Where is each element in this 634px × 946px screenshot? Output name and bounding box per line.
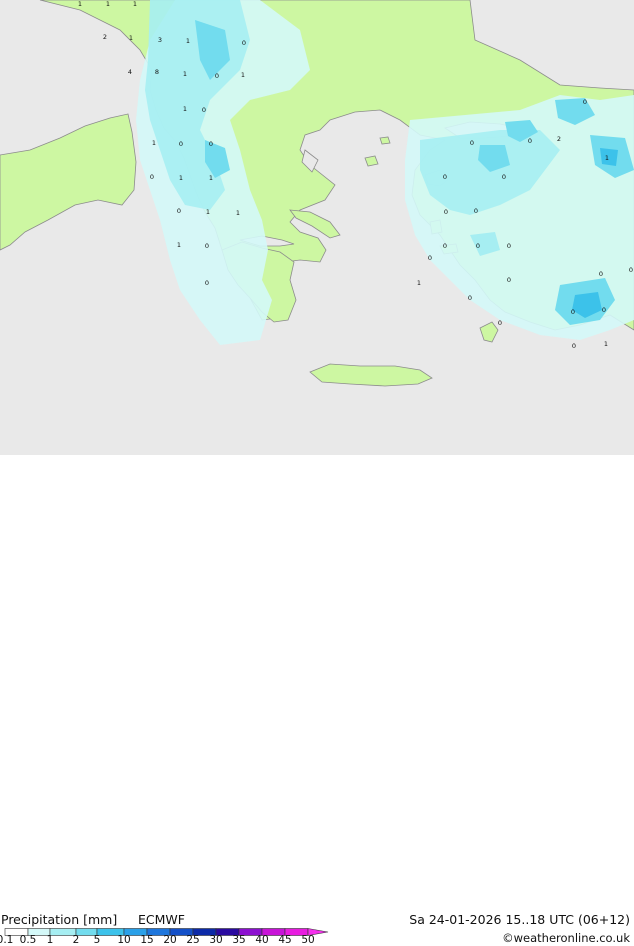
scale-tick-label: 5 bbox=[93, 934, 101, 946]
precip-value-label: 1 bbox=[177, 241, 181, 249]
precip-value-label: 0 bbox=[205, 279, 209, 287]
precip-value-label: 1 bbox=[152, 139, 156, 147]
scale-tick-label: 15 bbox=[140, 934, 154, 946]
scale-tick-label: 25 bbox=[186, 934, 200, 946]
precip-value-label: 0 bbox=[444, 208, 448, 216]
precip-value-label: 0 bbox=[599, 270, 603, 278]
precip-value-label: 1 bbox=[605, 154, 609, 162]
precip-value-label: 0 bbox=[443, 242, 447, 250]
precip-value-label: 0 bbox=[242, 39, 246, 47]
precip-value-label: 0 bbox=[474, 207, 478, 215]
precip-value-label: 0 bbox=[476, 242, 480, 250]
precip-value-label: 0 bbox=[177, 207, 181, 215]
precip-value-label: 1 bbox=[236, 209, 240, 217]
precip-value-label: 1 bbox=[417, 279, 421, 287]
precip-value-label: 0 bbox=[507, 242, 511, 250]
precip-value-label: 0 bbox=[583, 98, 587, 106]
product-title: Precipitation [mm] bbox=[1, 912, 118, 927]
precip-value-label: 2 bbox=[103, 33, 107, 41]
precip-value-label: 0 bbox=[215, 72, 219, 80]
precip-value-label: 2 bbox=[557, 135, 561, 143]
scale-tick-label: 50 bbox=[301, 934, 315, 946]
precip-value-label: 1 bbox=[129, 34, 133, 42]
precip-value-label: 0 bbox=[150, 173, 154, 181]
precip-value-label: 0 bbox=[602, 306, 606, 314]
precip-value-label: 1 bbox=[133, 0, 137, 8]
credit-text: ©weatheronline.co.uk bbox=[502, 931, 630, 945]
scale-tick-label: 2 bbox=[72, 934, 80, 946]
precip-value-label: 1 bbox=[604, 340, 608, 348]
precip-value-label: 0 bbox=[572, 342, 576, 350]
precipitation-map: 1 1 1 2 1 3 1 0 1 4 8 1 0 1 0 1 0 0 0 1 1 0 1 1 1 0 0 0 0 0 2 1 0 0 0 0 0 0 1 0… bbox=[0, 0, 634, 455]
scale-tick-label: 40 bbox=[255, 934, 269, 946]
land-samothrace bbox=[379, 136, 391, 145]
precip-value-label: 0 bbox=[507, 276, 511, 284]
precip-value-label: 0 bbox=[443, 173, 447, 181]
precip-value-label: 0 bbox=[468, 294, 472, 302]
scale-tick-label: 1 bbox=[46, 934, 54, 946]
legend-footer: Precipitation [mm] ECMWF Sa 24-01-2026 1… bbox=[0, 455, 634, 946]
precip-value-label: 0 bbox=[428, 254, 432, 262]
precip-value-label: 0 bbox=[470, 139, 474, 147]
precip-value-label: 1 bbox=[78, 0, 82, 8]
precip-value-label: 0 bbox=[205, 242, 209, 250]
precip-value-label: 1 bbox=[241, 71, 245, 79]
precip-value-label: 1 bbox=[186, 37, 190, 45]
scale-tick-label: 10 bbox=[117, 934, 131, 946]
precip-value-label: 3 bbox=[158, 36, 162, 44]
precip-value-label: 0 bbox=[179, 140, 183, 148]
precip-value-label: 0 bbox=[528, 137, 532, 145]
precip-value-label: 1 bbox=[106, 0, 110, 8]
scale-tick-label: 45 bbox=[278, 934, 292, 946]
precip-value-label: 1 bbox=[209, 174, 213, 182]
valid-time: Sa 24-01-2026 15..18 UTC (06+12) bbox=[409, 912, 630, 927]
precip-value-label: 0 bbox=[571, 308, 575, 316]
precip-value-label: 0 bbox=[498, 319, 502, 327]
model-name: ECMWF bbox=[138, 912, 185, 927]
precip-value-label: 0 bbox=[202, 106, 206, 114]
precip-value-label: 1 bbox=[206, 208, 210, 216]
scale-tick-label: 20 bbox=[163, 934, 177, 946]
precip-value-label: 1 bbox=[179, 174, 183, 182]
scale-tick-label: 35 bbox=[232, 934, 246, 946]
precip-value-label: 0 bbox=[629, 266, 633, 274]
precip-value-label: 0 bbox=[209, 140, 213, 148]
scale-tick-label: 30 bbox=[209, 934, 223, 946]
precip-value-label: 8 bbox=[155, 68, 159, 76]
precip-value-label: 4 bbox=[128, 68, 132, 76]
scale-tick-label: 0.5 bbox=[19, 934, 37, 946]
precip-value-label: 0 bbox=[502, 173, 506, 181]
scale-tick-label: 0.1 bbox=[0, 934, 14, 946]
precip-value-label: 1 bbox=[183, 70, 187, 78]
precip-value-label: 1 bbox=[183, 105, 187, 113]
